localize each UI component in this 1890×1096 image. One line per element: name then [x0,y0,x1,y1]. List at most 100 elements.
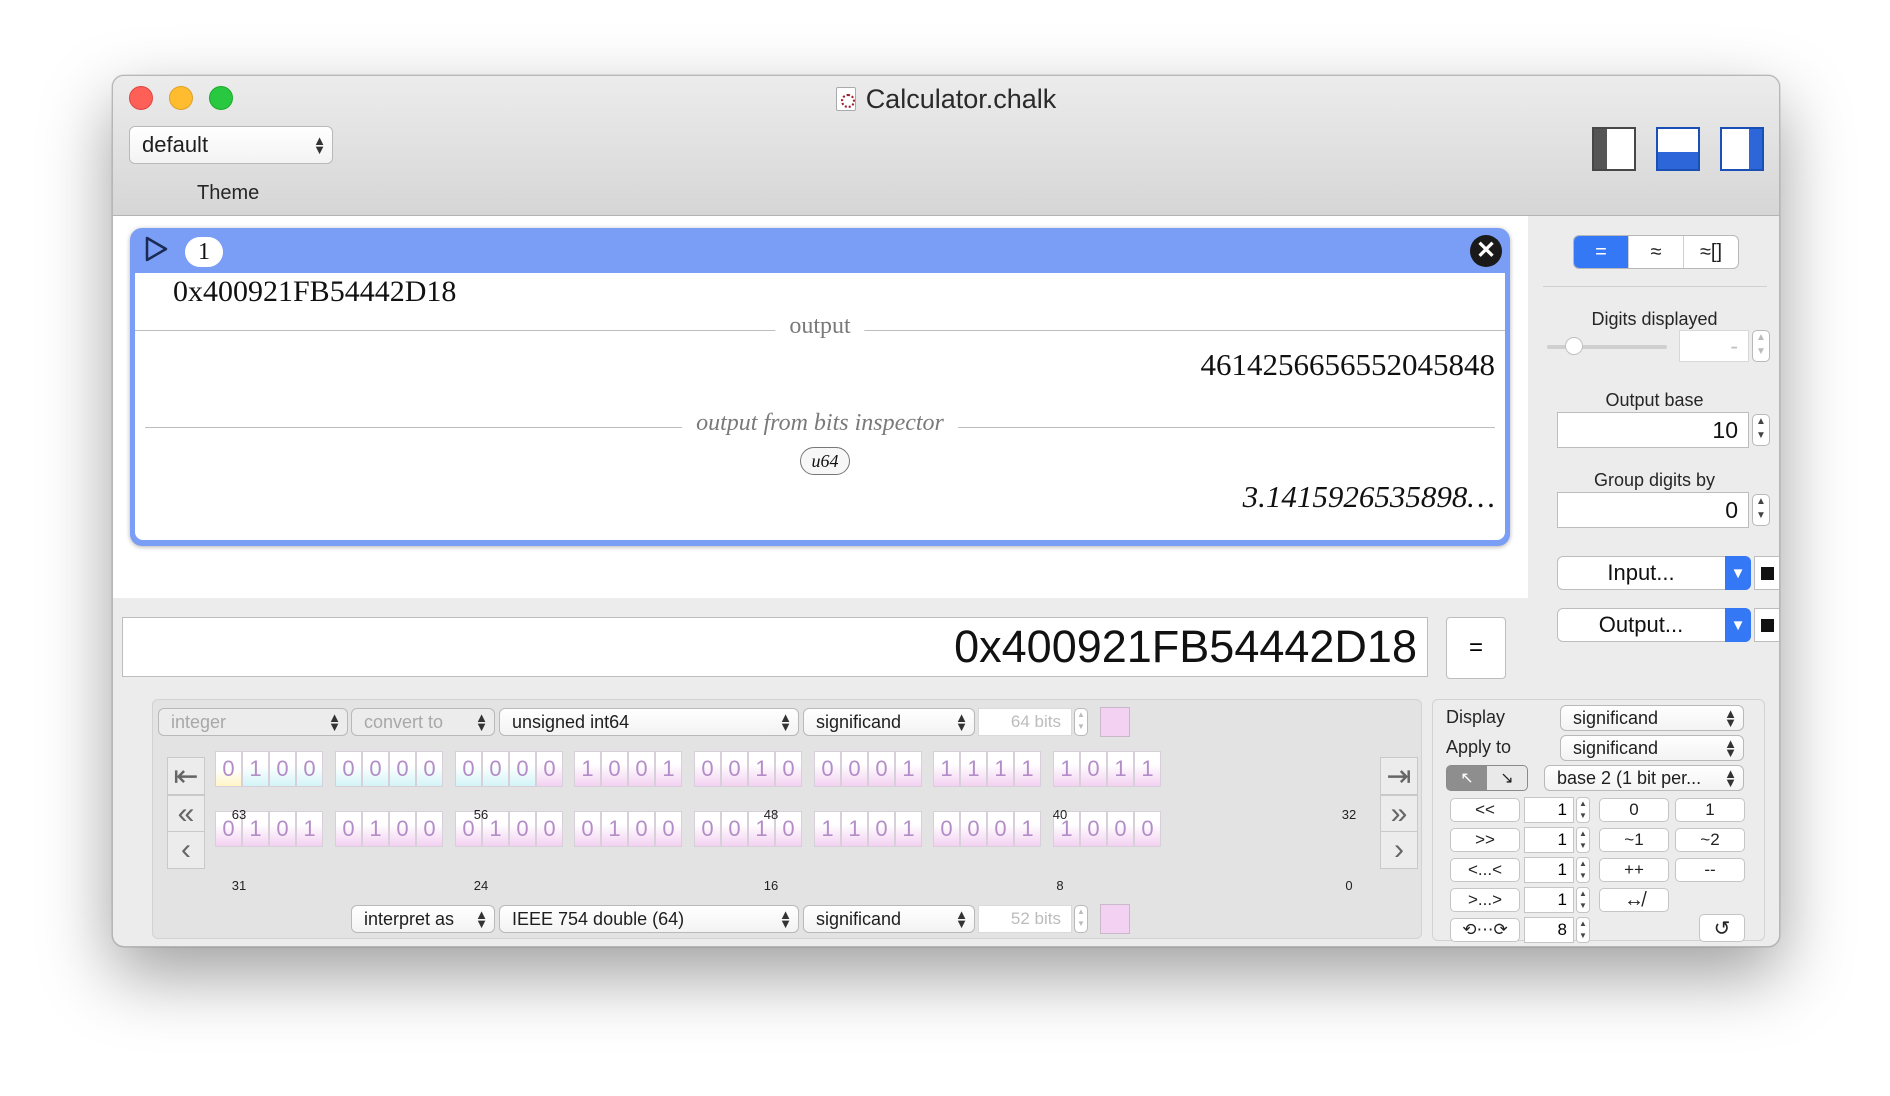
swap-bits-button[interactable]: ↮ [1599,888,1669,912]
bit-cell[interactable]: 0 [509,811,536,847]
shift-left-amount[interactable]: 1 [1524,797,1574,823]
bit-cell[interactable]: 1 [960,751,987,787]
number-type-select[interactable]: unsigned int64 ▲ ▼ [499,708,799,736]
bit-cell[interactable]: 1 [1134,751,1161,787]
bit-cell[interactable]: 0 [694,751,721,787]
bit-cell[interactable]: 0 [628,811,655,847]
output-base-field[interactable]: 10 [1557,412,1749,448]
bit-cell[interactable]: 0 [269,751,296,787]
shift-left-button[interactable]: << [1450,798,1520,822]
shift-right-amount[interactable]: 1 [1524,827,1574,853]
bit-count-field[interactable]: 64 bits [978,708,1072,736]
jump-last-button[interactable]: ⇥ [1380,757,1418,795]
jump-first-button[interactable]: ⇤ [167,757,205,795]
bit-cell[interactable]: 0 [389,811,416,847]
bit-cell[interactable]: 1 [895,751,922,787]
bit-cell[interactable]: 1 [933,751,960,787]
bit-cell[interactable]: 1 [1053,751,1080,787]
approx-mode-button[interactable]: ≈ [1628,236,1683,268]
bit-cell[interactable]: 0 [960,811,987,847]
bit-cell[interactable]: 0 [215,751,242,787]
reset-button[interactable]: ↺ [1699,914,1745,942]
part-select[interactable]: significand ▲ ▼ [803,708,975,736]
bit-cell[interactable]: 0 [389,751,416,787]
bit-cell[interactable]: 0 [362,751,389,787]
step-back-button[interactable]: ‹ [167,831,205,869]
bit-cell[interactable]: 0 [601,751,628,787]
integer-type-select[interactable]: integer ▲ ▼ [158,708,348,736]
arrow-up-left-icon[interactable]: ↖ [1447,766,1487,790]
bit-cell[interactable]: 0 [1134,811,1161,847]
input-color-well[interactable] [1754,556,1779,590]
bit-cell[interactable]: 0 [509,751,536,787]
digits-field[interactable]: - [1679,330,1749,362]
bit-cell[interactable]: 0 [269,811,296,847]
bit-cell[interactable]: 0 [933,811,960,847]
rotate-right-button[interactable]: >...> [1450,888,1520,912]
complement-two-button[interactable]: ~2 [1675,828,1745,852]
shift-right-stepper[interactable]: ▲ ▼ [1576,827,1590,853]
remove-entry-icon[interactable]: ✕ [1470,235,1502,267]
output-base-stepper[interactable]: ▲ ▼ [1752,414,1770,446]
bit-base-select[interactable]: base 2 (1 bit per... ▲ ▼ [1544,765,1744,791]
bit-cell[interactable]: 0 [1080,811,1107,847]
group-digits-stepper[interactable]: ▲ ▼ [1752,494,1770,526]
decrement-button[interactable]: -- [1675,858,1745,882]
bit-cell[interactable]: 0 [987,811,1014,847]
bit-cell[interactable]: 1 [895,811,922,847]
float-bit-color-swatch[interactable] [1100,904,1130,934]
bit-cell[interactable]: 1 [814,811,841,847]
bit-cell[interactable]: 1 [987,751,1014,787]
compute-button[interactable]: = [1446,617,1506,679]
bit-cell[interactable]: 1 [748,751,775,787]
bit-cell[interactable]: 0 [482,751,509,787]
bit-cell[interactable]: 0 [868,811,895,847]
bit-cell[interactable]: 0 [1107,811,1134,847]
rotate-left-button[interactable]: <...< [1450,858,1520,882]
input-options-button[interactable]: Input... ▼ [1557,556,1751,590]
digits-slider-thumb[interactable] [1565,337,1583,355]
bit-cell[interactable]: 0 [694,811,721,847]
bit-cell[interactable]: 0 [721,811,748,847]
rotate-right-stepper[interactable]: ▲ ▼ [1576,887,1590,913]
bit-cell[interactable]: 1 [601,811,628,847]
bit-color-swatch[interactable] [1100,707,1130,737]
shift-left-stepper[interactable]: ▲ ▼ [1576,797,1590,823]
increment-button[interactable]: ++ [1599,858,1669,882]
set-one-button[interactable]: 1 [1675,798,1745,822]
set-zero-button[interactable]: 0 [1599,798,1669,822]
bit-cell[interactable]: 1 [296,811,323,847]
group-digits-field[interactable]: 0 [1557,492,1749,528]
bit-cell[interactable]: 0 [814,751,841,787]
convert-to-select[interactable]: convert to ▲ ▼ [351,708,495,736]
bit-cell[interactable]: 0 [335,751,362,787]
page-back-button[interactable]: « [167,795,205,833]
bit-cell[interactable]: 1 [1107,751,1134,787]
output-color-well[interactable] [1754,608,1779,642]
bit-cell[interactable]: 0 [655,811,682,847]
float-bit-count-stepper[interactable]: ▲ ▼ [1074,905,1088,933]
toggle-right-panel-button[interactable] [1720,127,1764,171]
float-part-select[interactable]: significand ▲ ▼ [803,905,975,933]
bit-cell[interactable]: 1 [1014,751,1041,787]
bit-cell[interactable]: 1 [574,751,601,787]
byte-swap-size[interactable]: 8 [1524,917,1574,943]
bit-cell[interactable]: 0 [1080,751,1107,787]
rotate-left-stepper[interactable]: ▲ ▼ [1576,857,1590,883]
toggle-bottom-panel-button[interactable] [1656,127,1700,171]
shift-right-button[interactable]: >> [1450,828,1520,852]
theme-select[interactable]: default ▲ ▼ [129,126,333,164]
output-options-button[interactable]: Output... ▼ [1557,608,1751,642]
toggle-left-panel-button[interactable] [1592,127,1636,171]
bit-cell[interactable]: 0 [868,751,895,787]
bit-cell[interactable]: 0 [841,751,868,787]
byte-swap-button[interactable]: ⟲⋯⟳ [1450,918,1520,942]
digits-stepper[interactable]: ▲ ▼ [1752,330,1770,362]
display-select[interactable]: significand ▲ ▼ [1560,705,1744,731]
arrow-down-right-icon[interactable]: ↘ [1487,766,1527,790]
bit-cell[interactable]: 1 [362,811,389,847]
bit-cell[interactable]: 1 [655,751,682,787]
bit-cell[interactable]: 0 [455,751,482,787]
bit-cell[interactable]: 0 [416,751,443,787]
bit-cell[interactable]: 0 [335,811,362,847]
